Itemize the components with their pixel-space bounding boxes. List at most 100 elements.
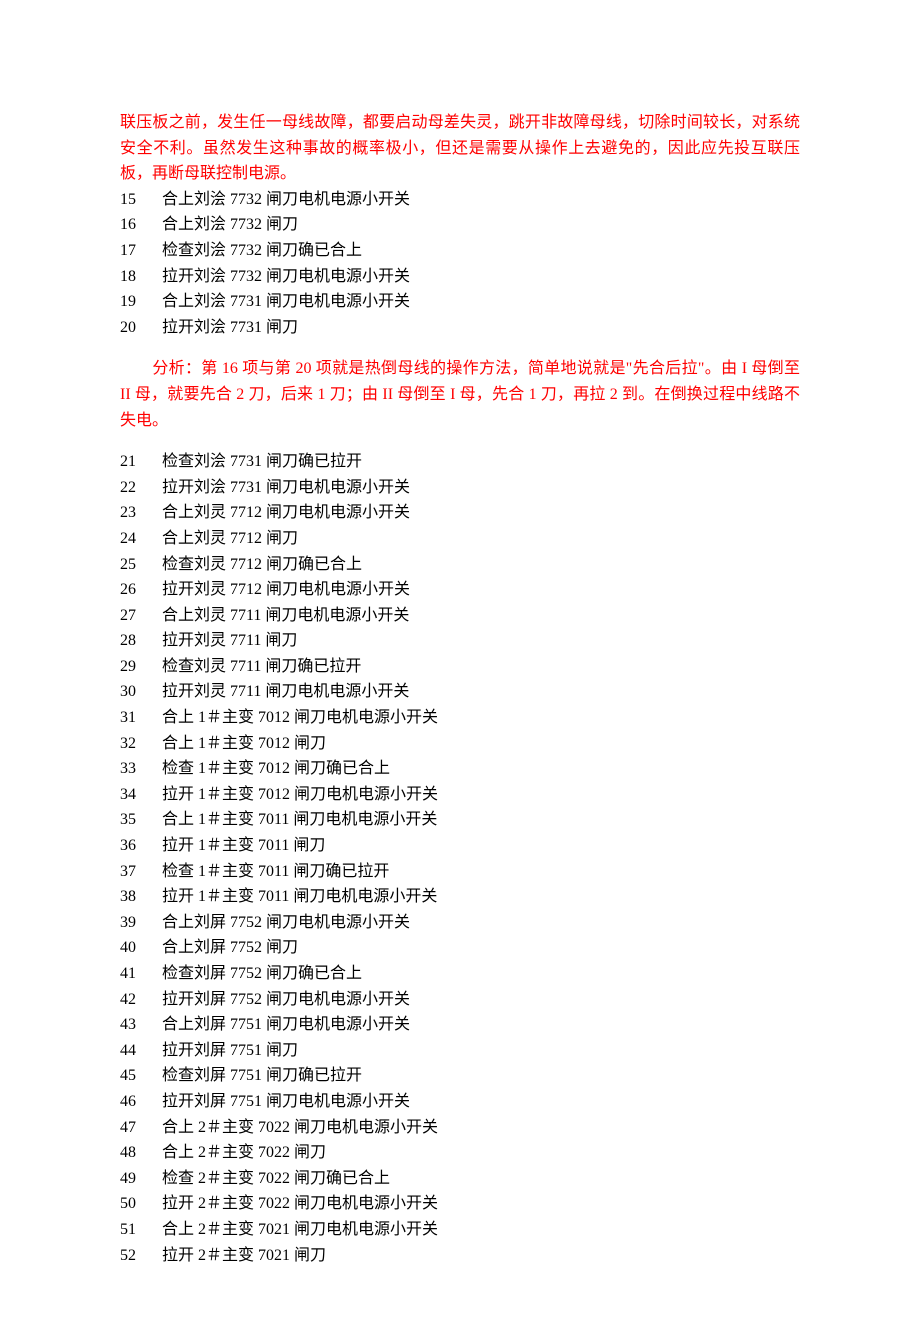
item-text: 检查刘灵 7711 闸刀确已拉开 bbox=[162, 654, 800, 680]
item-number: 49 bbox=[120, 1166, 162, 1192]
item-number: 36 bbox=[120, 833, 162, 859]
item-number: 24 bbox=[120, 526, 162, 552]
item-text: 合上 1＃主变 7011 闸刀电机电源小开关 bbox=[162, 807, 800, 833]
list-item: 48合上 2＃主变 7022 闸刀 bbox=[120, 1140, 800, 1166]
item-text: 拉开 2＃主变 7022 闸刀电机电源小开关 bbox=[162, 1191, 800, 1217]
item-text: 合上刘灵 7711 闸刀电机电源小开关 bbox=[162, 603, 800, 629]
item-number: 16 bbox=[120, 212, 162, 238]
item-text: 拉开 2＃主变 7021 闸刀 bbox=[162, 1243, 800, 1269]
item-number: 37 bbox=[120, 859, 162, 885]
item-text: 检查 1＃主变 7012 闸刀确已合上 bbox=[162, 756, 800, 782]
list-item: 22拉开刘浍 7731 闸刀电机电源小开关 bbox=[120, 475, 800, 501]
item-text: 合上 2＃主变 7022 闸刀 bbox=[162, 1140, 800, 1166]
item-text: 检查 2＃主变 7022 闸刀确已合上 bbox=[162, 1166, 800, 1192]
list-item: 33检查 1＃主变 7012 闸刀确已合上 bbox=[120, 756, 800, 782]
item-number: 33 bbox=[120, 756, 162, 782]
list-item: 52拉开 2＃主变 7021 闸刀 bbox=[120, 1243, 800, 1269]
item-number: 47 bbox=[120, 1115, 162, 1141]
list-item: 51合上 2＃主变 7021 闸刀电机电源小开关 bbox=[120, 1217, 800, 1243]
item-text: 检查刘屏 7751 闸刀确已拉开 bbox=[162, 1063, 800, 1089]
item-text: 拉开刘屏 7752 闸刀电机电源小开关 bbox=[162, 987, 800, 1013]
list-item: 18拉开刘浍 7732 闸刀电机电源小开关 bbox=[120, 264, 800, 290]
item-text: 合上 1＃主变 7012 闸刀电机电源小开关 bbox=[162, 705, 800, 731]
item-number: 25 bbox=[120, 552, 162, 578]
item-number: 50 bbox=[120, 1191, 162, 1217]
item-text: 合上 1＃主变 7012 闸刀 bbox=[162, 731, 800, 757]
item-number: 35 bbox=[120, 807, 162, 833]
item-number: 20 bbox=[120, 315, 162, 341]
item-number: 18 bbox=[120, 264, 162, 290]
analysis-text: 分析：第 16 项与第 20 项就是热倒母线的操作方法，简单地说就是"先合后拉"… bbox=[120, 360, 800, 428]
item-text: 拉开刘灵 7712 闸刀电机电源小开关 bbox=[162, 577, 800, 603]
list-item: 43合上刘屏 7751 闸刀电机电源小开关 bbox=[120, 1012, 800, 1038]
list-item: 36拉开 1＃主变 7011 闸刀 bbox=[120, 833, 800, 859]
item-text: 合上 2＃主变 7022 闸刀电机电源小开关 bbox=[162, 1115, 800, 1141]
item-text: 拉开刘浍 7731 闸刀 bbox=[162, 315, 800, 341]
list-item: 31合上 1＃主变 7012 闸刀电机电源小开关 bbox=[120, 705, 800, 731]
item-number: 29 bbox=[120, 654, 162, 680]
document-page: 联压板之前，发生任一母线故障，都要启动母差失灵，跳开非故障母线，切除时间较长，对… bbox=[0, 0, 920, 1328]
list-item: 35合上 1＃主变 7011 闸刀电机电源小开关 bbox=[120, 807, 800, 833]
list-item: 30拉开刘灵 7711 闸刀电机电源小开关 bbox=[120, 679, 800, 705]
item-number: 41 bbox=[120, 961, 162, 987]
list-item: 49检查 2＃主变 7022 闸刀确已合上 bbox=[120, 1166, 800, 1192]
item-number: 39 bbox=[120, 910, 162, 936]
list-item: 45检查刘屏 7751 闸刀确已拉开 bbox=[120, 1063, 800, 1089]
item-number: 23 bbox=[120, 500, 162, 526]
item-text: 拉开 1＃主变 7011 闸刀 bbox=[162, 833, 800, 859]
item-text: 合上刘浍 7732 闸刀电机电源小开关 bbox=[162, 187, 800, 213]
item-number: 43 bbox=[120, 1012, 162, 1038]
item-text: 拉开刘浍 7732 闸刀电机电源小开关 bbox=[162, 264, 800, 290]
item-number: 45 bbox=[120, 1063, 162, 1089]
item-text: 合上刘屏 7752 闸刀电机电源小开关 bbox=[162, 910, 800, 936]
item-number: 27 bbox=[120, 603, 162, 629]
item-text: 拉开 1＃主变 7012 闸刀电机电源小开关 bbox=[162, 782, 800, 808]
list-item: 50拉开 2＃主变 7022 闸刀电机电源小开关 bbox=[120, 1191, 800, 1217]
item-text: 检查刘浍 7731 闸刀确已拉开 bbox=[162, 449, 800, 475]
item-number: 42 bbox=[120, 987, 162, 1013]
list-item: 15合上刘浍 7732 闸刀电机电源小开关 bbox=[120, 187, 800, 213]
item-text: 拉开刘浍 7731 闸刀电机电源小开关 bbox=[162, 475, 800, 501]
list-item: 17检查刘浍 7732 闸刀确已合上 bbox=[120, 238, 800, 264]
item-text: 合上刘灵 7712 闸刀电机电源小开关 bbox=[162, 500, 800, 526]
list-item: 19合上刘浍 7731 闸刀电机电源小开关 bbox=[120, 289, 800, 315]
list-item: 23合上刘灵 7712 闸刀电机电源小开关 bbox=[120, 500, 800, 526]
item-number: 48 bbox=[120, 1140, 162, 1166]
intro-paragraph: 联压板之前，发生任一母线故障，都要启动母差失灵，跳开非故障母线，切除时间较长，对… bbox=[120, 110, 800, 187]
item-number: 52 bbox=[120, 1243, 162, 1269]
list-item: 24合上刘灵 7712 闸刀 bbox=[120, 526, 800, 552]
item-text: 合上刘屏 7751 闸刀电机电源小开关 bbox=[162, 1012, 800, 1038]
item-number: 17 bbox=[120, 238, 162, 264]
items-block-b: 21检查刘浍 7731 闸刀确已拉开22拉开刘浍 7731 闸刀电机电源小开关2… bbox=[120, 449, 800, 1268]
item-text: 合上刘灵 7712 闸刀 bbox=[162, 526, 800, 552]
item-text: 合上 2＃主变 7021 闸刀电机电源小开关 bbox=[162, 1217, 800, 1243]
item-number: 26 bbox=[120, 577, 162, 603]
list-item: 47合上 2＃主变 7022 闸刀电机电源小开关 bbox=[120, 1115, 800, 1141]
item-text: 检查刘屏 7752 闸刀确已合上 bbox=[162, 961, 800, 987]
items-block-a: 15合上刘浍 7732 闸刀电机电源小开关16合上刘浍 7732 闸刀17检查刘… bbox=[120, 187, 800, 341]
list-item: 44拉开刘屏 7751 闸刀 bbox=[120, 1038, 800, 1064]
item-text: 拉开刘灵 7711 闸刀 bbox=[162, 628, 800, 654]
item-number: 32 bbox=[120, 731, 162, 757]
item-text: 合上刘屏 7752 闸刀 bbox=[162, 935, 800, 961]
item-text: 检查 1＃主变 7011 闸刀确已拉开 bbox=[162, 859, 800, 885]
item-number: 22 bbox=[120, 475, 162, 501]
item-text: 合上刘浍 7732 闸刀 bbox=[162, 212, 800, 238]
list-item: 27合上刘灵 7711 闸刀电机电源小开关 bbox=[120, 603, 800, 629]
list-item: 34拉开 1＃主变 7012 闸刀电机电源小开关 bbox=[120, 782, 800, 808]
analysis-paragraph: 分析：第 16 项与第 20 项就是热倒母线的操作方法，简单地说就是"先合后拉"… bbox=[120, 356, 800, 433]
list-item: 32合上 1＃主变 7012 闸刀 bbox=[120, 731, 800, 757]
item-text: 检查刘灵 7712 闸刀确已合上 bbox=[162, 552, 800, 578]
item-number: 51 bbox=[120, 1217, 162, 1243]
item-number: 44 bbox=[120, 1038, 162, 1064]
item-text: 合上刘浍 7731 闸刀电机电源小开关 bbox=[162, 289, 800, 315]
item-text: 拉开 1＃主变 7011 闸刀电机电源小开关 bbox=[162, 884, 800, 910]
item-text: 检查刘浍 7732 闸刀确已合上 bbox=[162, 238, 800, 264]
item-number: 21 bbox=[120, 449, 162, 475]
item-number: 38 bbox=[120, 884, 162, 910]
list-item: 39合上刘屏 7752 闸刀电机电源小开关 bbox=[120, 910, 800, 936]
list-item: 42拉开刘屏 7752 闸刀电机电源小开关 bbox=[120, 987, 800, 1013]
item-number: 40 bbox=[120, 935, 162, 961]
item-number: 19 bbox=[120, 289, 162, 315]
list-item: 28拉开刘灵 7711 闸刀 bbox=[120, 628, 800, 654]
